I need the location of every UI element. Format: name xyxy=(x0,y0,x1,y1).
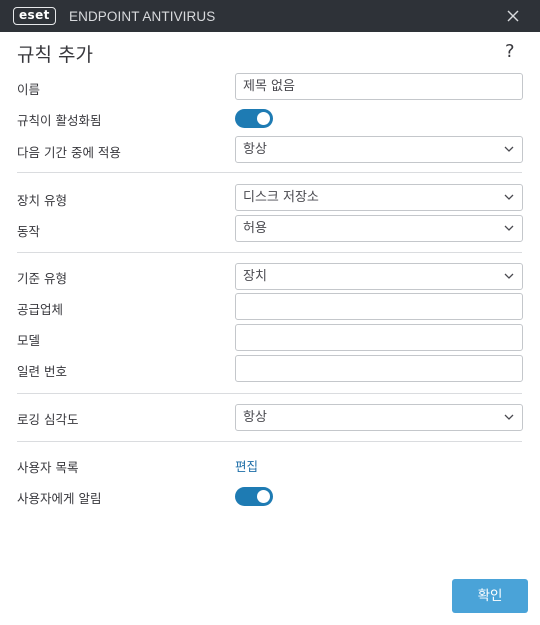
name-label: 이름 xyxy=(17,82,41,97)
chevron-down-icon xyxy=(504,414,514,420)
serial-number-input[interactable] xyxy=(235,355,523,382)
criteria-type-label: 기준 유형 xyxy=(17,271,67,286)
device-type-select[interactable]: 디스크 저장소 xyxy=(235,184,523,211)
model-label: 모델 xyxy=(17,333,41,348)
criteria-type-value: 장치 xyxy=(243,269,267,284)
toggle-knob xyxy=(257,112,270,125)
notify-user-toggle[interactable] xyxy=(235,487,273,506)
divider xyxy=(17,252,522,253)
action-select[interactable]: 허용 xyxy=(235,215,523,242)
logging-severity-label: 로깅 심각도 xyxy=(17,412,79,427)
apply-during-select[interactable]: 항상 xyxy=(235,136,523,163)
apply-during-value: 항상 xyxy=(243,142,267,157)
eset-logo: eset xyxy=(13,7,56,25)
logo-text: eset xyxy=(13,7,56,25)
edit-user-list-link[interactable]: 편집 xyxy=(235,456,258,475)
product-name: ENDPOINT ANTIVIRUS xyxy=(69,9,216,24)
divider xyxy=(17,393,522,394)
vendor-label: 공급업체 xyxy=(17,302,64,317)
serial-number-label: 일련 번호 xyxy=(17,364,67,379)
ok-button[interactable]: 확인 xyxy=(452,579,528,613)
divider xyxy=(17,441,522,442)
title-bar: eset ENDPOINT ANTIVIRUS xyxy=(0,0,540,32)
logging-severity-value: 항상 xyxy=(243,410,267,425)
device-type-label: 장치 유형 xyxy=(17,193,67,208)
chevron-down-icon xyxy=(504,225,514,231)
action-label: 동작 xyxy=(17,224,41,239)
criteria-type-select[interactable]: 장치 xyxy=(235,263,523,290)
name-input[interactable]: 제목 없음 xyxy=(235,73,523,100)
chevron-down-icon xyxy=(504,194,514,200)
logging-severity-select[interactable]: 항상 xyxy=(235,404,523,431)
rule-enabled-toggle[interactable] xyxy=(235,109,273,128)
device-type-value: 디스크 저장소 xyxy=(243,190,319,205)
user-list-label: 사용자 목록 xyxy=(17,460,79,475)
divider xyxy=(17,172,522,173)
dialog-title: 규칙 추가 xyxy=(17,44,93,66)
toggle-knob xyxy=(257,490,270,503)
notify-user-label: 사용자에게 알림 xyxy=(17,491,102,506)
rule-enabled-label: 규칙이 활성화됨 xyxy=(17,113,102,128)
help-icon[interactable]: ? xyxy=(505,41,515,62)
action-value: 허용 xyxy=(243,221,267,236)
vendor-input[interactable] xyxy=(235,293,523,320)
chevron-down-icon xyxy=(504,146,514,152)
apply-during-label: 다음 기간 중에 적용 xyxy=(17,145,121,160)
close-icon[interactable] xyxy=(506,9,520,23)
chevron-down-icon xyxy=(504,273,514,279)
model-input[interactable] xyxy=(235,324,523,351)
